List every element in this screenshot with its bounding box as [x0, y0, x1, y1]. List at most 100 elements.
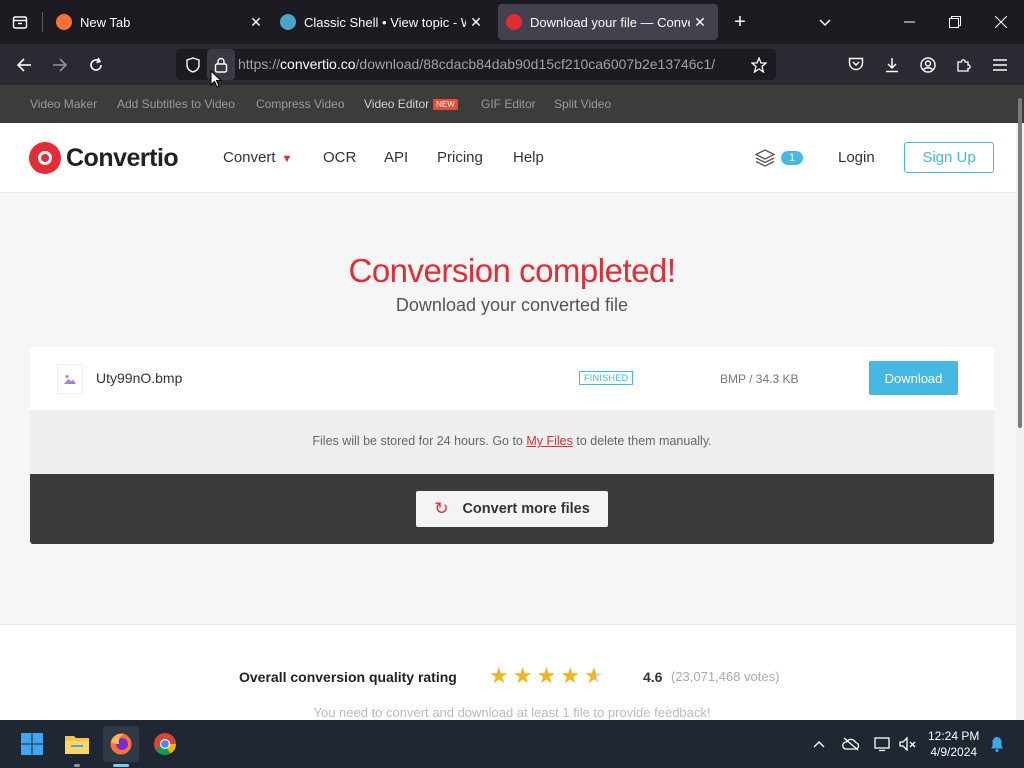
storage-notice: Files will be stored for 24 hours. Go to…	[30, 410, 994, 474]
download-button[interactable]: Download	[869, 361, 958, 395]
my-files-link[interactable]: My Files	[526, 434, 573, 448]
notification-bell-icon[interactable]	[986, 720, 1008, 768]
half-star-icon[interactable]: ★	[584, 663, 608, 688]
subnav-video-maker[interactable]: Video Maker	[30, 97, 97, 111]
close-tab-icon[interactable]: ✕	[246, 14, 266, 31]
nav-ocr[interactable]: OCR	[323, 149, 356, 166]
scrollbar-thumb[interactable]	[1018, 98, 1022, 428]
star-icon[interactable]: ★	[513, 663, 537, 688]
account-icon[interactable]	[913, 44, 943, 85]
tab-title: New Tab	[80, 14, 131, 30]
page-scrollbar[interactable]	[1016, 98, 1024, 720]
windows-taskbar: 12:24 PM 4/9/2024	[0, 720, 1024, 768]
tab-list-icon[interactable]	[5, 0, 35, 44]
nav-convert[interactable]: Convert ▼	[223, 149, 292, 166]
list-all-tabs-chevron-icon[interactable]	[802, 0, 848, 44]
system-clock[interactable]: 12:24 PM 4/9/2024	[928, 728, 979, 760]
page-subtitle: Download your converted file	[395, 295, 629, 315]
file-row: Uty99nO.bmp FINISHED BMP / 34.3 KB Downl…	[30, 347, 994, 410]
subnav-split-video[interactable]: Split Video	[554, 97, 611, 111]
nav-help[interactable]: Help	[513, 149, 544, 166]
tab-convertio[interactable]: Download your file — Convertio ✕	[498, 4, 718, 40]
firefox-taskbar-icon[interactable]	[103, 726, 139, 762]
subnav-video-editor[interactable]: Video Editor NEW	[364, 97, 458, 111]
nav-api[interactable]: API	[384, 149, 408, 166]
signup-button[interactable]: Sign Up	[904, 142, 994, 173]
close-window-icon[interactable]	[978, 0, 1024, 44]
url-path: /download/88cdacb84dab90d15cf210ca6007b2…	[355, 56, 716, 72]
volume-muted-icon[interactable]	[897, 720, 919, 768]
mouse-cursor-icon	[210, 70, 222, 88]
tab-new-tab[interactable]: New Tab ✕	[56, 0, 266, 44]
rating-votes: (23,071,468 votes)	[671, 669, 780, 684]
url-host: convertio.co	[280, 56, 356, 72]
restore-icon[interactable]	[932, 0, 978, 44]
status-badge: FINISHED	[579, 371, 634, 385]
login-link[interactable]: Login	[838, 149, 875, 166]
star-icon[interactable]: ★	[536, 663, 560, 688]
tools-subnav: Video Maker Add Subtitles to Video Compr…	[0, 85, 1024, 123]
url-scheme: https://	[238, 56, 281, 72]
convertio-logo[interactable]: Convertio	[29, 142, 179, 174]
rating-section: Overall conversion quality rating ★★★★★ …	[0, 624, 1016, 720]
clock-time: 12:24 PM	[928, 729, 980, 743]
logo-text: Convertio	[66, 143, 179, 172]
extensions-puzzle-icon[interactable]	[949, 44, 979, 85]
subnav-compress-video[interactable]: Compress Video	[256, 97, 345, 111]
active-app-indicator	[113, 764, 129, 767]
minimize-icon[interactable]	[886, 0, 932, 44]
downloads-icon[interactable]	[877, 44, 907, 85]
storage-text-after: to delete them manually.	[572, 434, 712, 448]
subnav-add-subtitles[interactable]: Add Subtitles to Video	[117, 97, 235, 111]
star-icon[interactable]: ★	[489, 663, 513, 688]
image-file-icon	[57, 364, 83, 394]
tab-strip: New Tab ✕ Classic Shell • View topic - W…	[0, 0, 1024, 44]
bookmark-star-icon[interactable]	[744, 49, 774, 80]
layers-stack-icon[interactable]	[754, 149, 776, 172]
rating-stars[interactable]: ★★★★★	[489, 663, 608, 689]
rating-score: 4.6	[643, 669, 663, 685]
nav-convert-label: Convert	[223, 149, 276, 166]
refresh-icon: ↻	[434, 499, 449, 518]
nav-toolbar: https://convertio.co/download/88cdacb84d…	[0, 44, 1024, 85]
url-text[interactable]: https://convertio.co/download/88cdacb84d…	[238, 56, 715, 72]
tab-separator	[42, 12, 43, 32]
convertio-logo-icon	[29, 142, 61, 174]
onedrive-cloud-icon[interactable]	[840, 720, 862, 768]
star-icon[interactable]: ★	[560, 663, 584, 688]
stack-count-badge: 1	[781, 151, 803, 165]
tracking-protection-shield-icon[interactable]	[178, 49, 208, 80]
tab-classic-shell[interactable]: Classic Shell • View topic - Wind ✕	[280, 0, 486, 44]
convert-more-label: Convert more files	[462, 501, 590, 517]
reload-icon[interactable]	[81, 44, 111, 85]
close-tab-icon[interactable]: ✕	[466, 14, 486, 31]
download-section: Conversion completed! Download your conv…	[0, 194, 1016, 624]
pocket-icon[interactable]	[841, 44, 871, 85]
globe-icon	[280, 14, 296, 30]
feedback-note: You need to convert and download at leas…	[313, 705, 711, 720]
show-hidden-icons-chevron-icon[interactable]	[808, 720, 830, 768]
forward-icon[interactable]	[45, 44, 75, 85]
nav-pricing[interactable]: Pricing	[437, 149, 483, 166]
subnav-gif-editor[interactable]: GIF Editor	[481, 97, 536, 111]
new-badge: NEW	[433, 99, 458, 111]
convert-more-button[interactable]: ↻ Convert more files	[416, 491, 608, 527]
storage-text-before: Files will be stored for 24 hours. Go to	[312, 434, 527, 448]
open-app-indicator	[74, 764, 80, 767]
network-icon[interactable]	[872, 720, 894, 768]
address-bar[interactable]: https://convertio.co/download/88cdacb84d…	[176, 49, 776, 80]
page-title: Conversion completed!	[348, 252, 676, 289]
new-tab-plus-icon[interactable]: +	[717, 0, 763, 44]
close-tab-icon[interactable]: ✕	[690, 14, 710, 31]
file-explorer-icon[interactable]	[59, 726, 95, 762]
convertio-favicon-icon	[506, 14, 522, 30]
hamburger-menu-icon[interactable]	[985, 44, 1015, 85]
firefox-icon	[56, 14, 72, 30]
start-windows-icon[interactable]	[14, 726, 50, 762]
chrome-icon[interactable]	[147, 726, 183, 762]
rating-label: Overall conversion quality rating	[239, 669, 457, 685]
tab-title: Classic Shell • View topic - Wind	[304, 14, 466, 30]
back-icon[interactable]	[9, 44, 39, 85]
tab-title: Download your file — Convertio	[530, 14, 690, 30]
site-header: Convertio Convert ▼ OCR API Pricing Help …	[0, 123, 1016, 193]
